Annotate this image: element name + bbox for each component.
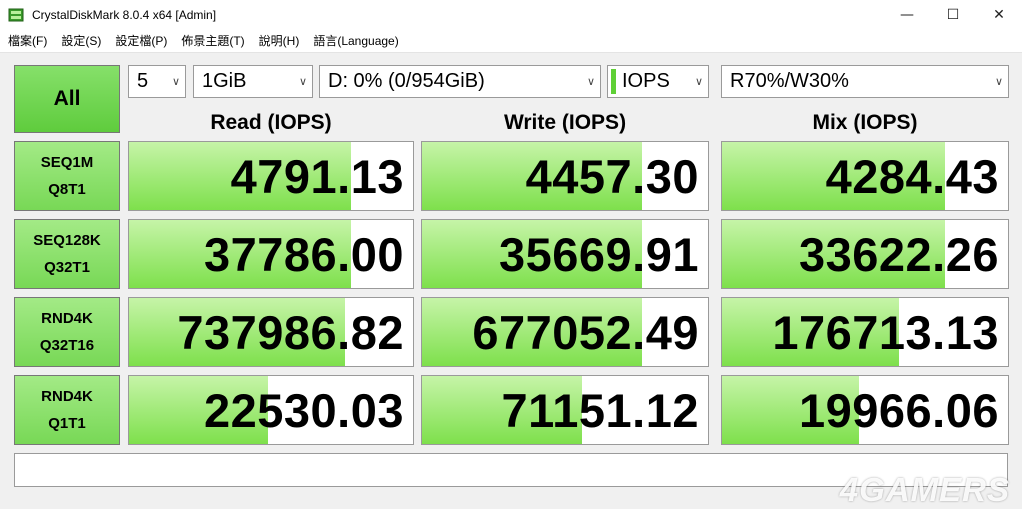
- chevron-down-icon: ∨: [994, 76, 1004, 88]
- row-label-rnd4k-q32t16[interactable]: RND4K Q32T16: [14, 297, 120, 367]
- all-button[interactable]: All: [14, 65, 120, 133]
- result-value: 677052.49: [472, 306, 699, 359]
- test-size-value: 1GiB: [202, 70, 247, 92]
- result-value: 71151.12: [501, 384, 699, 437]
- result-value: 737986.82: [177, 306, 404, 359]
- result-value: 35669.91: [498, 228, 699, 281]
- row-label-line1: RND4K: [41, 310, 93, 327]
- menu-theme[interactable]: 佈景主題(T): [173, 30, 250, 52]
- menu-profile[interactable]: 設定檔(P): [107, 30, 173, 52]
- result-value: 19966.06: [798, 384, 999, 437]
- column-header-read: Read (IOPS): [210, 111, 332, 134]
- result-cell-read: 4791.13: [128, 141, 414, 211]
- chevron-down-icon: ∨: [586, 76, 596, 88]
- result-cell-mix: 4284.43: [721, 141, 1009, 211]
- row-label-line2: Q32T16: [39, 337, 95, 354]
- menu-bar: 檔案(F) 設定(S) 設定檔(P) 佈景主題(T) 說明(H) 語言(Lang…: [0, 30, 1022, 53]
- minimize-button[interactable]: —: [884, 0, 930, 30]
- close-button[interactable]: ✕: [976, 0, 1022, 30]
- result-value: 176713.13: [772, 306, 999, 359]
- row-label-line2: Q1T1: [48, 415, 86, 432]
- drive-value: D: 0% (0/954GiB): [328, 70, 485, 92]
- chevron-down-icon: ∨: [171, 76, 181, 88]
- row-label-line2: Q8T1: [48, 181, 86, 198]
- menu-help[interactable]: 說明(H): [251, 30, 306, 52]
- test-count-select[interactable]: 5 ∨: [128, 65, 186, 98]
- title-bar: CrystalDiskMark 8.0.4 x64 [Admin] — ☐ ✕: [0, 0, 1022, 30]
- row-label-rnd4k-q1t1[interactable]: RND4K Q1T1: [14, 375, 120, 445]
- window-title: CrystalDiskMark 8.0.4 x64 [Admin]: [32, 8, 217, 22]
- app-icon: [8, 8, 24, 22]
- unit-select[interactable]: IOPS ∨: [607, 65, 709, 98]
- row-label-seq128k-q32t1[interactable]: SEQ128K Q32T1: [14, 219, 120, 289]
- result-cell-write: 71151.12: [421, 375, 709, 445]
- menu-file[interactable]: 檔案(F): [0, 30, 53, 52]
- row-label-line1: SEQ1M: [40, 154, 94, 171]
- test-count-value: 5: [137, 70, 149, 92]
- result-cell-mix: 33622.26: [721, 219, 1009, 289]
- row-label-line1: RND4K: [41, 388, 93, 405]
- unit-indicator-bar: [611, 69, 616, 94]
- chevron-down-icon: ∨: [298, 76, 308, 88]
- menu-language[interactable]: 語言(Language): [305, 30, 404, 52]
- column-header-write: Write (IOPS): [503, 111, 627, 134]
- result-value: 4284.43: [825, 150, 999, 203]
- result-cell-read: 737986.82: [128, 297, 414, 367]
- drive-select[interactable]: D: 0% (0/954GiB) ∨: [319, 65, 601, 98]
- main-panel: All 5 ∨ 1GiB ∨ D: 0% (0/954GiB) ∨ IOPS ∨…: [0, 53, 1022, 508]
- result-value: 4457.30: [525, 150, 699, 203]
- result-cell-write: 4457.30: [421, 141, 709, 211]
- mix-ratio-value: R70%/W30%: [730, 70, 849, 92]
- column-header-mix: Mix (IOPS): [812, 111, 918, 134]
- result-cell-mix: 19966.06: [721, 375, 1009, 445]
- result-cell-write: 35669.91: [421, 219, 709, 289]
- menu-settings[interactable]: 設定(S): [53, 30, 107, 52]
- result-value: 37786.00: [203, 228, 404, 281]
- chevron-down-icon: ∨: [694, 76, 704, 88]
- test-size-select[interactable]: 1GiB ∨: [193, 65, 313, 98]
- result-cell-mix: 176713.13: [721, 297, 1009, 367]
- mix-ratio-select[interactable]: R70%/W30% ∨: [721, 65, 1009, 98]
- result-cell-read: 37786.00: [128, 219, 414, 289]
- row-label-seq1m-q8t1[interactable]: SEQ1M Q8T1: [14, 141, 120, 211]
- row-label-line1: SEQ128K: [33, 232, 101, 249]
- result-cell-read: 22530.03: [128, 375, 414, 445]
- row-label-line2: Q32T1: [44, 259, 90, 276]
- result-value: 22530.03: [203, 384, 404, 437]
- result-value: 33622.26: [798, 228, 999, 281]
- result-cell-write: 677052.49: [421, 297, 709, 367]
- maximize-button[interactable]: ☐: [930, 0, 976, 30]
- watermark-logo: 4GAMERS: [839, 471, 1010, 508]
- result-value: 4791.13: [230, 150, 404, 203]
- unit-value: IOPS: [622, 70, 670, 92]
